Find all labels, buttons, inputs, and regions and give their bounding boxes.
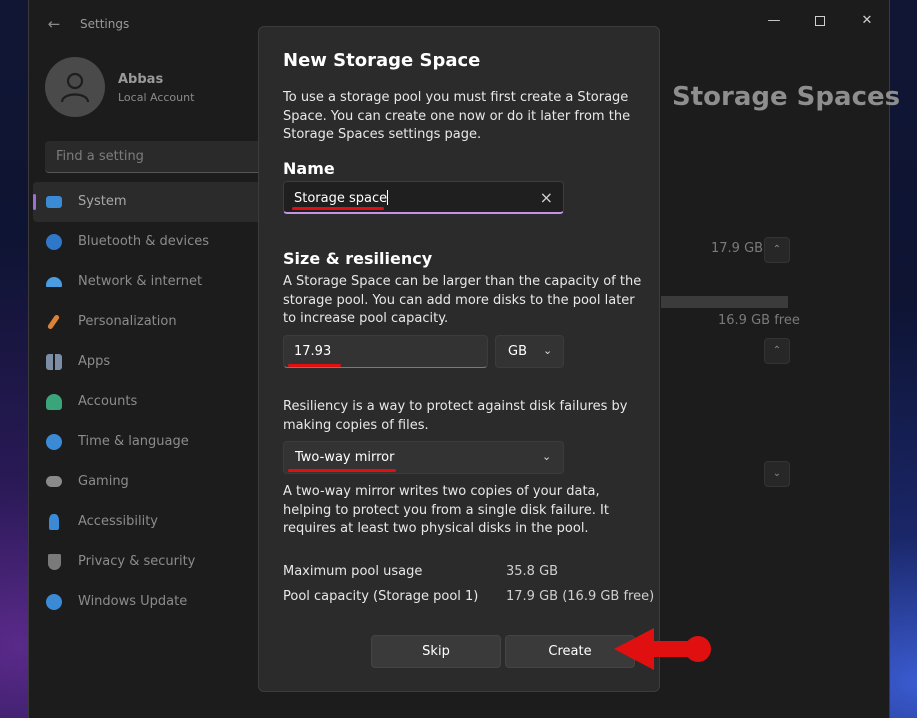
sidebar-item-label: Bluetooth & devices [78,234,209,249]
resiliency-value: Two-way mirror [295,450,395,465]
close-icon: ✕ [861,13,873,28]
sidebar-item-label: Accessibility [78,514,158,529]
pool-capacity-value: 17.9 GB (16.9 GB free) [506,589,655,604]
gamepad-icon [46,476,62,487]
size-value: 17.93 [294,344,332,359]
annotation-underline [288,469,396,472]
name-value: Storage space [294,190,389,206]
chevron-down-icon: ⌄ [772,468,782,479]
avatar [45,57,105,117]
maximize-icon [815,15,825,26]
expand-button[interactable]: ⌄ [764,461,790,487]
pool-size-text: 17.9 GB [711,241,764,256]
wifi-icon [46,277,62,287]
collapse-button[interactable]: ⌃ [764,338,790,364]
close-button[interactable]: ✕ [844,6,890,36]
sidebar-item-label: Network & internet [78,274,203,289]
sidebar-item-gaming[interactable]: Gaming [33,462,273,502]
page-title: Storage Spaces [672,82,901,112]
person-icon [46,394,62,410]
max-usage-value: 35.8 GB [506,564,559,579]
chevron-down-icon: ⌄ [543,344,553,357]
mirror-description: A two-way mirror writes two copies of yo… [283,484,609,536]
shield-icon [48,554,61,570]
sidebar-item-label: Privacy & security [78,554,196,569]
sidebar-item-accounts[interactable]: Accounts [33,382,273,422]
pool-usage-bar [661,296,788,308]
accessibility-icon [49,514,59,530]
free-space-text: 16.9 GB free [718,313,800,328]
clear-icon[interactable]: × [540,188,553,207]
sidebar-item-label: Windows Update [78,594,188,609]
globe-clock-icon [46,434,62,450]
refresh-icon [46,594,62,610]
brush-icon [46,314,61,330]
maximize-button[interactable] [797,6,843,36]
sidebar-item-label: Time & language [78,434,189,449]
app-title: Settings [80,17,130,31]
pool-capacity-label: Pool capacity (Storage pool 1) [283,589,479,604]
annotation-underline [288,364,341,367]
unit-value: GB [508,344,527,359]
unit-select[interactable]: GB ⌄ [495,335,564,368]
chevron-up-icon: ⌃ [772,345,782,356]
sidebar-item-label: Personalization [78,314,177,329]
sidebar-nav: System Bluetooth & devices Network & int… [33,182,273,622]
dialog-intro: To use a storage pool you must first cre… [283,90,631,142]
sidebar-item-windows-update[interactable]: Windows Update [33,582,273,622]
sidebar-item-network[interactable]: Network & internet [33,262,273,302]
search-placeholder: Find a setting [56,149,144,164]
name-heading: Name [283,159,335,178]
sidebar-item-label: Gaming [78,474,129,489]
minimize-button[interactable]: — [751,6,797,36]
chevron-down-icon: ⌄ [542,450,552,463]
max-usage-label: Maximum pool usage [283,564,423,579]
back-button[interactable]: ← [43,13,65,35]
sidebar-item-label: Accounts [78,394,138,409]
sidebar-item-privacy[interactable]: Privacy & security [33,542,273,582]
resiliency-description: Resiliency is a way to protect against d… [283,399,628,433]
annotation-underline [292,207,384,210]
person-icon [60,72,90,103]
size-resiliency-heading: Size & resiliency [283,249,433,268]
skip-button[interactable]: Skip [371,635,501,668]
search-input[interactable]: Find a setting [45,141,275,173]
size-description: A Storage Space can be larger than the c… [283,274,642,326]
sidebar-item-apps[interactable]: Apps [33,342,273,382]
account-type: Local Account [118,91,195,104]
sidebar-item-personalization[interactable]: Personalization [33,302,273,342]
minimize-icon: — [767,13,781,28]
dialog-title: New Storage Space [283,50,481,71]
bluetooth-icon [46,234,62,250]
annotation-arrow-icon [614,628,711,670]
sidebar-item-label: System [78,194,127,209]
new-storage-space-dialog: New Storage Space To use a storage pool … [258,26,660,692]
chevron-up-icon: ⌃ [772,244,782,255]
apps-icon [46,354,62,370]
user-name: Abbas [118,72,164,87]
sidebar-item-bluetooth[interactable]: Bluetooth & devices [33,222,273,262]
monitor-icon [46,196,62,208]
sidebar-item-accessibility[interactable]: Accessibility [33,502,273,542]
arrow-left-icon: ← [47,15,61,33]
sidebar-item-time-language[interactable]: Time & language [33,422,273,462]
sidebar-item-label: Apps [78,354,111,369]
collapse-button[interactable]: ⌃ [764,237,790,263]
sidebar-item-system[interactable]: System [33,182,273,222]
